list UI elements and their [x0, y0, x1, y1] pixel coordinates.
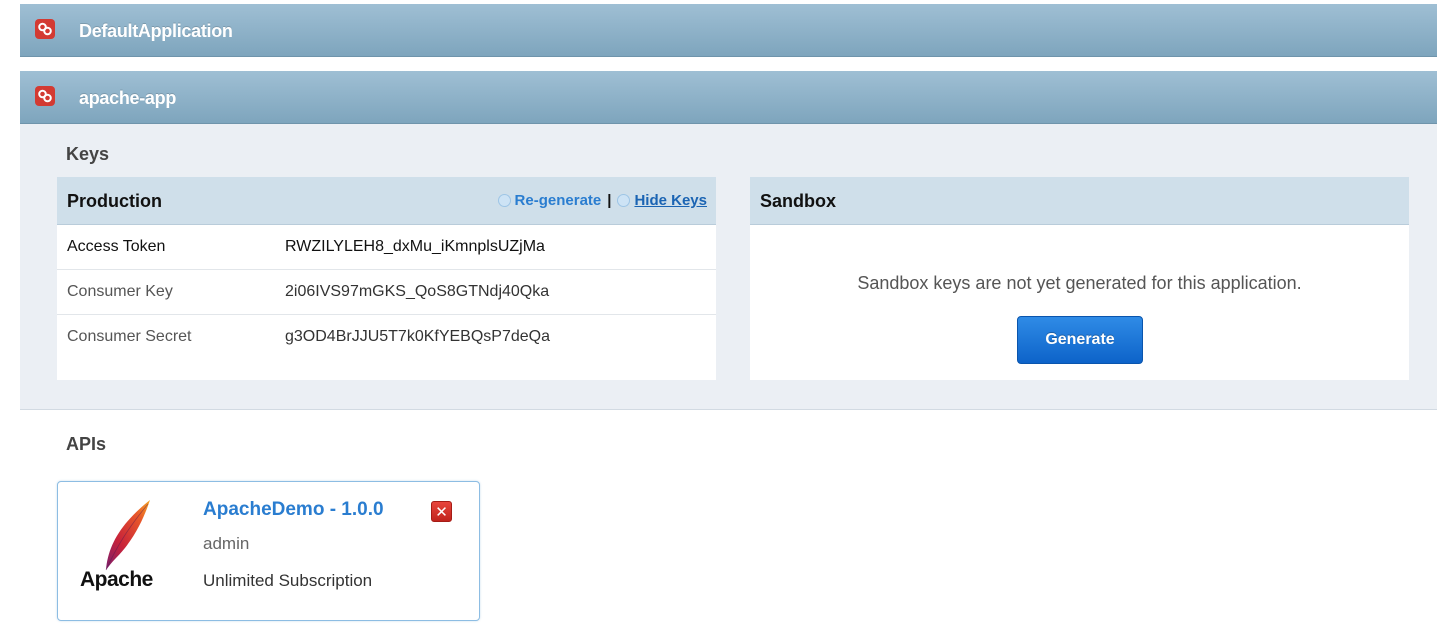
- key-value: g3OD4BrJJU5T7k0KfYEBQsP7deQa: [285, 328, 551, 345]
- key-label: Access Token: [67, 238, 166, 255]
- regenerate-link[interactable]: Re-generate: [515, 192, 602, 209]
- production-panel-header: Production Re-generate | Hide Keys: [57, 177, 716, 225]
- apis-heading: APIs: [66, 434, 107, 454]
- action-separator: |: [607, 192, 612, 209]
- production-title: Production: [67, 191, 162, 211]
- api-card[interactable]: Apache ApacheDemo - 1.0.0 ✕ admin Unlimi…: [57, 481, 480, 621]
- sandbox-message: Sandbox keys are not yet generated for t…: [857, 273, 1302, 293]
- key-row-consumer-key: Consumer Key 2i06IVS97mGKS_QoS8GTNdj40Qk…: [57, 270, 716, 315]
- app-header-apache-app[interactable]: apache-app: [20, 71, 1437, 124]
- apache-logo-text: Apache: [80, 568, 153, 591]
- api-subscription-tier: Unlimited Subscription: [203, 571, 373, 590]
- key-value: RWZILYLEH8_dxMu_iKmnplsUZjMa: [285, 238, 545, 255]
- production-actions: Re-generate | Hide Keys: [497, 192, 707, 209]
- hide-keys-link[interactable]: Hide Keys: [634, 192, 707, 209]
- app-link-icon: [35, 19, 55, 39]
- app-title: apache-app: [79, 88, 177, 108]
- refresh-icon: [497, 194, 511, 207]
- api-owner: admin: [203, 534, 250, 553]
- key-label: Consumer Secret: [67, 328, 192, 345]
- key-value: 2i06IVS97mGKS_QoS8GTNdj40Qka: [285, 283, 550, 300]
- app-header-defaultapplication[interactable]: DefaultApplication: [20, 4, 1437, 57]
- keys-heading: Keys: [66, 144, 110, 164]
- api-name-link[interactable]: ApacheDemo - 1.0.0: [203, 499, 384, 521]
- sandbox-panel-header: Sandbox: [750, 177, 1409, 225]
- key-row-access-token: Access Token RWZILYLEH8_dxMu_iKmnplsUZjM…: [57, 225, 716, 270]
- app-title: DefaultApplication: [79, 21, 233, 41]
- apache-feather-icon: [105, 500, 150, 571]
- hide-icon: [617, 194, 631, 207]
- sandbox-title: Sandbox: [760, 191, 837, 211]
- sandbox-panel: Sandbox Sandbox keys are not yet generat…: [750, 177, 1409, 380]
- generate-button[interactable]: Generate: [1017, 316, 1143, 364]
- app-link-icon: [35, 86, 55, 106]
- keys-section: Keys Production Re-generate | Hide Keys Ac…: [20, 124, 1437, 410]
- key-row-consumer-secret: Consumer Secret g3OD4BrJJU5T7k0KfYEBQsP7…: [57, 315, 716, 360]
- key-label: Consumer Key: [67, 283, 173, 300]
- production-panel: Production Re-generate | Hide Keys Access …: [57, 177, 716, 380]
- close-icon[interactable]: ✕: [431, 501, 452, 522]
